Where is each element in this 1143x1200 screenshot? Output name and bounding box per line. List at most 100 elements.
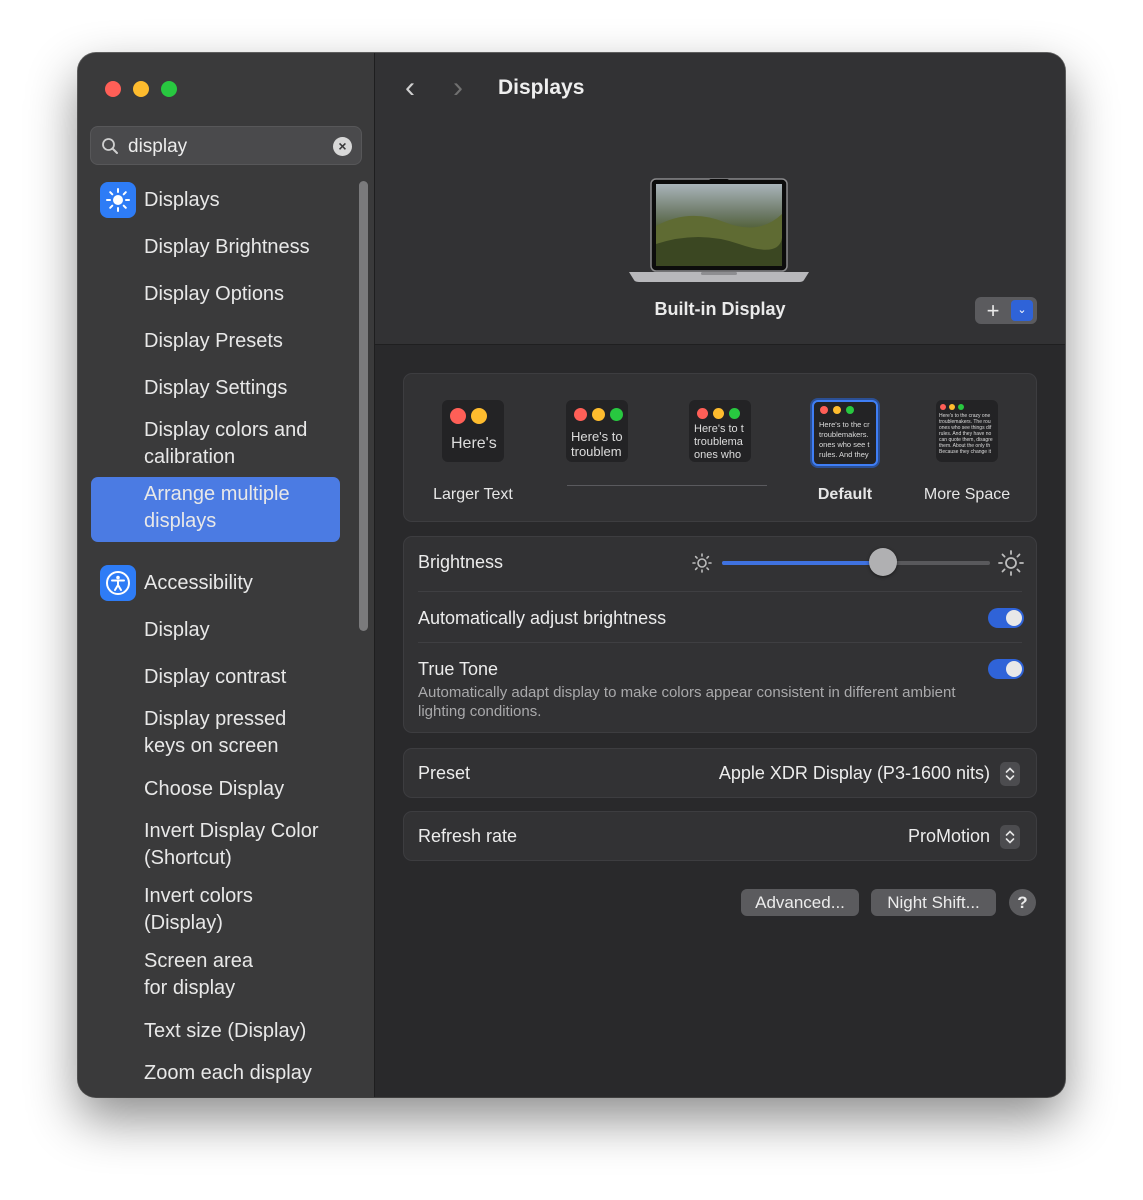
preset-label: Preset [418,763,471,783]
sidebar-item-screen-area[interactable]: Screen area for display [144,948,253,1002]
sidebar-item-label: Arrange multiple [144,483,290,505]
refresh-rate-label: Refresh rate [418,826,518,846]
resolution-more-space[interactable]: Here's to the crazy one troublemakers. T… [936,400,998,462]
preset-row[interactable]: Preset Apple XDR Display (P3-1600 nits) [403,748,1037,798]
sidebar-item-invert-display-color[interactable]: Invert Display Color (Shortcut) [144,818,319,872]
back-chevron-icon[interactable]: ‹ [405,73,415,103]
auto-brightness-label: Automatically adjust brightness [418,608,667,628]
sidebar-item-display-options[interactable]: Display Options [144,281,284,308]
preview-text: Here's to t [694,423,744,435]
sidebar-scrollbar[interactable] [359,181,368,631]
divider [418,642,1022,643]
resolution-divider [567,485,767,486]
brightness-card: Brightness Automatically adjust brightne… [403,536,1037,733]
resolution-thumbnail: Here's to troublem [566,400,628,462]
night-shift-button[interactable]: Night Shift... [871,889,996,916]
sidebar-item-label: (Display) [144,912,223,934]
sidebar-item-label: Screen area [144,950,253,972]
brightness-slider[interactable] [722,548,990,576]
sidebar-item-display-settings[interactable]: Display Settings [144,375,287,402]
display-name: Built-in Display [654,299,786,319]
preview-text: Here's to [571,429,623,444]
search-input[interactable]: display [128,136,187,158]
sidebar-item-label: for display [144,977,236,999]
sidebar-item-label: Displays [144,188,220,211]
sidebar-item-label: Display colors and [144,419,308,441]
sidebar-item-label: Accessibility [144,571,253,594]
divider [418,591,1022,592]
sidebar-item-label: Invert colors [144,885,253,907]
preview-text: ones who see t [819,440,870,449]
sidebar-item-display-colors[interactable]: Display colors and calibration [144,417,307,471]
true-tone-description: Automatically adapt display to make colo… [418,684,956,720]
sun-small-icon [692,553,712,573]
forward-chevron-icon[interactable]: › [453,73,463,103]
sidebar-item-label: Display pressed [144,708,287,730]
sidebar-item-a-display[interactable]: Display [144,617,210,644]
sidebar-item-accessibility[interactable]: Accessibility [100,565,253,601]
resolution-thumbnail: Here's to t troublema ones who [689,400,751,462]
sidebar-item-display-contrast[interactable]: Display contrast [144,664,286,691]
preview-text: ones who [694,449,742,461]
search-icon [102,138,118,154]
sidebar-item-label: keys on screen [144,735,279,757]
clear-icon[interactable]: × [333,137,352,156]
sidebar-item-zoom-each-display[interactable]: Zoom each display [144,1060,312,1087]
stepper-icon[interactable] [1000,762,1020,786]
page-title: Displays [498,76,585,99]
zoom-window-button[interactable] [161,81,177,97]
resolution-thumbnail: Here's [442,400,504,462]
laptop-icon [629,178,809,282]
preset-value[interactable]: Apple XDR Display (P3-1600 nits) [719,763,990,784]
help-button[interactable]: ? [1009,889,1036,916]
resolution-thumbnail: Here's to the cr troublemakers. ones who… [812,400,878,466]
refresh-rate-row[interactable]: Refresh rate ProMotion [403,811,1037,861]
displays-sun-icon [100,182,136,218]
advanced-button[interactable]: Advanced... [741,889,859,916]
resolution-label-larger: Larger Text [433,486,513,503]
brightness-fill [722,561,883,565]
preview-text: troublema [694,436,743,448]
plus-icon: + [986,298,1000,323]
window-controls [105,81,177,97]
chevron-down-icon[interactable]: ⌄ [1011,300,1033,321]
stepper-icon[interactable] [1000,825,1020,849]
search-field[interactable]: display × [90,126,362,165]
sun-large-icon [998,550,1024,576]
true-tone-toggle[interactable] [988,659,1024,679]
brightness-knob[interactable] [868,548,897,576]
sidebar-item-displays[interactable]: Displays [100,182,220,218]
sidebar-item-choose-display[interactable]: Choose Display [144,776,284,803]
sidebar-item-label: (Shortcut) [144,847,232,869]
sidebar-item-label: displays [144,510,217,532]
add-display-button[interactable]: + ⌄ [975,297,1037,324]
preview-text: Here's to the cr [819,420,870,429]
resolution-larger-text[interactable]: Here's [442,400,504,462]
true-tone-label: True Tone [418,659,499,679]
resolution-label-more: More Space [923,486,1011,503]
sidebar-item-display-pressed-keys[interactable]: Display pressed keys on screen [144,706,286,760]
resolution-option-3[interactable]: Here's to t troublema ones who [689,400,751,462]
auto-brightness-toggle[interactable] [988,608,1024,628]
sidebar-item-display-presets[interactable]: Display Presets [144,328,283,355]
sidebar-item-invert-colors[interactable]: Invert colors (Display) [144,883,253,937]
close-window-button[interactable] [105,81,121,97]
sidebar-item-arrange-displays[interactable]: Arrange multiple displays [91,477,340,542]
header: ‹ › Displays Built-in Display + ⌄ [375,53,1065,345]
preview-text: troublemakers. [819,430,869,439]
minimize-window-button[interactable] [133,81,149,97]
sidebar-item-text-size[interactable]: Text size (Display) [144,1018,306,1045]
resolution-thumbnail: Here's to the crazy one troublemakers. T… [936,400,998,462]
sidebar: display × Displays Display Brightness Di… [78,53,375,1097]
resolution-label-default: Default [817,486,873,503]
resolution-default[interactable]: Here's to the cr troublemakers. ones who… [812,400,878,466]
sidebar-item-display-brightness[interactable]: Display Brightness [144,234,310,261]
sidebar-item-label: calibration [144,446,236,468]
preview-text: troublem [571,444,622,459]
preview-text: rules. And they [819,450,869,459]
preview-text: Because they change it [939,449,991,455]
refresh-rate-value[interactable]: ProMotion [908,826,990,847]
resolution-option-2[interactable]: Here's to troublem [566,400,628,462]
resolution-picker: Here's Larger Text Here's to troublem He… [403,373,1037,522]
main-pane: ‹ › Displays Built-in Display + ⌄ Here's… [375,53,1065,1097]
